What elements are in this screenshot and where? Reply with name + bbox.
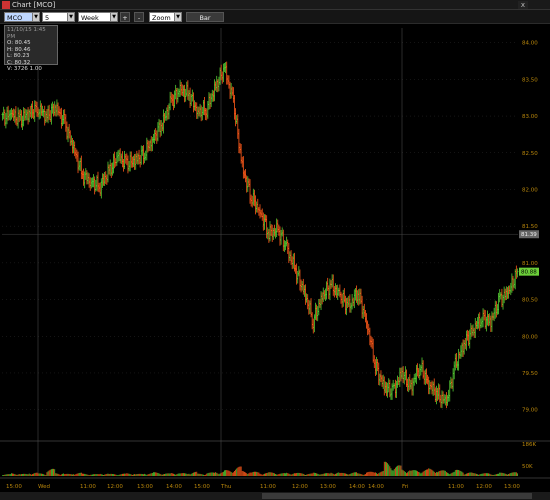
price-tick-label: 81.00 (522, 261, 538, 267)
time-tick-label: 15:00 (6, 484, 22, 490)
scrollbar-thumb[interactable] (262, 493, 532, 499)
chevron-down-icon: ▼ (174, 13, 181, 21)
time-tick-label: 13:00 (137, 484, 153, 490)
time-tick-label: Thu (220, 484, 231, 490)
window-titlebar: Chart [MCO] x (0, 0, 550, 10)
window-title: Chart [MCO] (12, 1, 56, 9)
interval-select[interactable]: 5 minutes ▼ (42, 12, 75, 32)
time-tick-label: 14:00 (166, 484, 182, 490)
time-tick-label: 11:00 (448, 484, 464, 490)
price-tick-label: 80.00 (522, 334, 538, 340)
chart-toolbar: MCO ▼ 5 minutes ▼ Week ▼ + - Zoom ▼ Bar (0, 10, 550, 32)
symbol-value: MCO (7, 14, 23, 22)
price-tick-label: 82.50 (522, 151, 538, 157)
close-icon[interactable]: x (518, 1, 528, 9)
price-chart[interactable]: 84.00 83.50 83.00 82.50 82.00 81.50 81.00 80.50… (0, 24, 550, 500)
bar-type-button[interactable]: Bar (186, 12, 224, 22)
time-tick-label: 15:00 (194, 484, 210, 490)
volume-tick-label: 50K (522, 464, 533, 470)
volume-tick-label: 186K (522, 442, 536, 448)
time-tick-label: Fri (402, 484, 409, 490)
period-select[interactable]: Week ▼ (78, 12, 118, 22)
time-tick-label: Wed (38, 484, 50, 490)
chevron-down-icon: ▼ (67, 13, 74, 21)
price-tick-label: 79.00 (522, 408, 538, 414)
time-tick-label: 12:00 (107, 484, 123, 490)
price-tick-label: 84.00 (522, 41, 538, 47)
price-tick-label: 81.50 (522, 224, 538, 230)
chevron-down-icon: ▼ (110, 13, 117, 21)
price-tick-label: 79.50 (522, 371, 538, 377)
zoom-select[interactable]: Zoom ▼ (149, 12, 182, 22)
zoom-in-button[interactable]: + (120, 12, 130, 22)
time-tick-label: 11:00 (260, 484, 276, 490)
app-icon (2, 1, 10, 9)
chevron-down-icon: ▼ (32, 13, 39, 21)
zoom-value: Zoom (152, 14, 171, 22)
time-tick-label: 14:00 (368, 484, 384, 490)
info-volume: V: 3726 1.00 (7, 66, 42, 72)
time-tick-label: 13:00 (504, 484, 520, 490)
price-tick-label: 83.00 (522, 114, 538, 120)
period-value: Week (81, 14, 99, 22)
time-tick-label: 14:00 (349, 484, 365, 490)
price-tick-label: 82.00 (522, 187, 538, 193)
time-tick-label: 11:00 (80, 484, 96, 490)
last-price-label: 80.88 (521, 270, 537, 276)
info-timestamp: 11/10/15 1:45 PM (7, 27, 46, 40)
time-tick-label: 13:00 (320, 484, 336, 490)
time-tick-label: 12:00 (476, 484, 492, 490)
price-tick-label: 80.50 (522, 298, 538, 304)
time-tick-label: 12:00 (292, 484, 308, 490)
crosshair-price-label: 81.39 (521, 232, 537, 238)
ohlc-info-box: 11/10/15 1:45 PM O: 80.45 H: 80.46 L: 80… (4, 25, 58, 72)
zoom-out-button[interactable]: - (134, 12, 144, 22)
symbol-select[interactable]: MCO ▼ (4, 12, 40, 22)
price-tick-label: 83.50 (522, 77, 538, 83)
